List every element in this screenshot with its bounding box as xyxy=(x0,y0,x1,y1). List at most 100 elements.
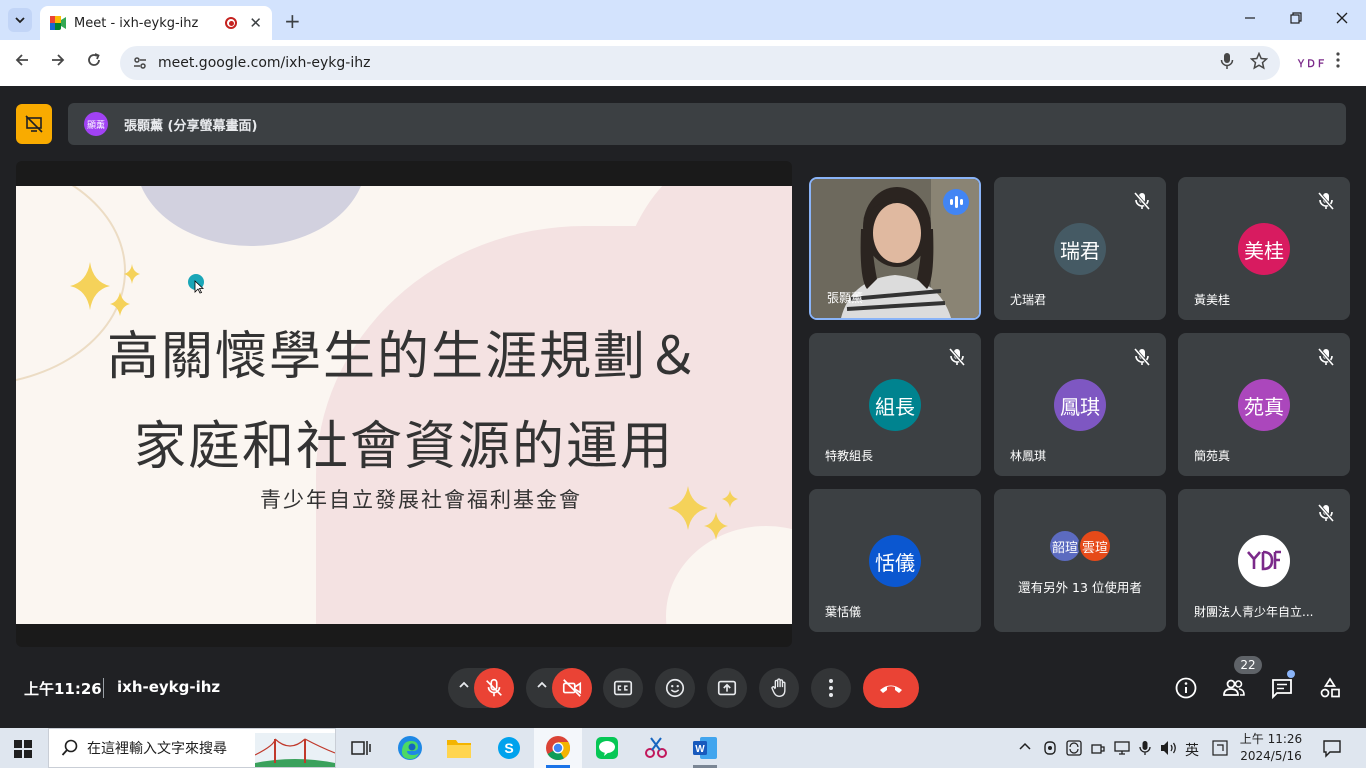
camera-off-icon xyxy=(562,679,582,697)
taskbar-clock-date: 2024/5/16 xyxy=(1240,749,1302,763)
more-options-button[interactable] xyxy=(811,668,851,708)
participant-name: 尤瑞君 xyxy=(1010,293,1047,307)
slide-decoration xyxy=(136,186,366,246)
ime-mode-icon[interactable] xyxy=(1212,740,1228,760)
skype-icon[interactable]: S xyxy=(495,734,523,762)
microphone-tray-icon[interactable] xyxy=(1139,740,1151,760)
reactions-button[interactable] xyxy=(655,668,695,708)
microphone-icon[interactable] xyxy=(1220,52,1234,74)
participant-name: 林鳳琪 xyxy=(1010,449,1047,463)
people-icon[interactable] xyxy=(1222,676,1246,700)
back-button[interactable] xyxy=(14,52,30,73)
usb-device-icon[interactable] xyxy=(1090,740,1106,760)
tray-app-icon[interactable] xyxy=(1043,740,1057,760)
windows-logo-icon xyxy=(14,740,32,758)
divider xyxy=(103,678,104,698)
participant-tile[interactable]: 苑真 簡苑真 xyxy=(1178,333,1350,476)
emoji-icon xyxy=(665,678,685,698)
participant-tile[interactable]: 鳳琪 林鳳琪 xyxy=(994,333,1166,476)
participant-tile[interactable]: 美桂 黃美桂 xyxy=(1178,177,1350,320)
ime-language-indicator[interactable]: 英 xyxy=(1185,740,1199,760)
captions-button[interactable] xyxy=(603,668,643,708)
foundation-logo-icon xyxy=(1247,550,1281,571)
mic-toggle-button[interactable] xyxy=(474,668,514,708)
line-app-icon[interactable] xyxy=(593,734,621,762)
participant-tile[interactable]: 組長 特教組長 xyxy=(809,333,981,476)
address-bar[interactable]: meet.google.com/ixh-eykg-ihz xyxy=(120,46,1280,80)
task-view-icon[interactable] xyxy=(347,734,375,762)
mic-off-icon xyxy=(486,678,502,697)
volume-icon[interactable] xyxy=(1160,740,1178,760)
reload-button[interactable] xyxy=(86,52,102,73)
chrome-icon[interactable] xyxy=(544,734,572,762)
participant-avatar: 美桂 xyxy=(1238,223,1290,275)
tab-title: Meet - ixh-eykg-ihz xyxy=(74,15,199,31)
leave-call-button[interactable] xyxy=(863,668,919,708)
raise-hand-button[interactable] xyxy=(759,668,799,708)
meeting-time: 上午11:26 xyxy=(24,680,102,698)
close-window-icon[interactable] xyxy=(1336,10,1348,28)
stop-presenting-button[interactable] xyxy=(16,104,52,144)
taskbar-search-box[interactable]: 在這裡輸入文字來搜尋 xyxy=(48,728,336,768)
minimize-window-icon[interactable] xyxy=(1244,10,1256,28)
participant-avatar: 韶瑄 xyxy=(1048,529,1082,563)
word-icon[interactable]: W xyxy=(691,734,719,762)
snipping-tool-icon[interactable] xyxy=(642,734,670,762)
browser-menu-icon[interactable] xyxy=(1336,52,1340,72)
meeting-info-icon[interactable] xyxy=(1174,676,1198,700)
camera-options-button[interactable] xyxy=(536,679,548,695)
presenter-bar: 顯薰 張顥薰 (分享螢幕畫面) xyxy=(68,103,1346,145)
file-explorer-icon[interactable] xyxy=(445,734,473,762)
chat-icon[interactable] xyxy=(1270,676,1294,700)
mic-off-icon xyxy=(1133,348,1151,366)
participant-name: 特教組長 xyxy=(825,449,874,463)
meet-favicon-icon xyxy=(50,16,66,30)
unread-chat-dot xyxy=(1287,670,1295,678)
taskbar-clock[interactable]: 上午 11:26 2024/5/16 xyxy=(1238,731,1304,765)
participant-avatar: 鳳琪 xyxy=(1054,379,1106,431)
mic-options-button[interactable] xyxy=(458,679,470,695)
more-participants-tile[interactable]: 韶瑄 雲瑄 還有另外 13 位使用者 xyxy=(994,489,1166,632)
taskbar-clock-time: 上午 11:26 xyxy=(1239,732,1303,746)
participant-name: 黃美桂 xyxy=(1194,293,1231,307)
slide-subtitle: 青少年自立發展社會福利基金會 xyxy=(260,488,582,512)
participant-name: 葉恬儀 xyxy=(825,605,862,619)
participant-tile[interactable]: 張顥薰 xyxy=(809,177,981,320)
sync-status-icon[interactable] xyxy=(1066,740,1082,760)
notification-center-icon[interactable] xyxy=(1322,738,1342,762)
slide-title-line1: 高關懷學生的生涯規劃＆ xyxy=(106,327,701,387)
site-settings-icon[interactable] xyxy=(132,55,148,71)
tab-search-button[interactable] xyxy=(8,8,32,32)
participant-tile[interactable]: 財團法人青少年自立... xyxy=(1178,489,1350,632)
presentation-slide: 高關懷學生的生涯規劃＆ 家庭和社會資源的運用 青少年自立發展社會福利基金會 xyxy=(16,186,792,624)
bookmark-star-icon[interactable] xyxy=(1249,51,1269,74)
taskbar-search-placeholder: 在這裡輸入文字來搜尋 xyxy=(87,741,227,757)
search-highlight-image xyxy=(255,733,335,767)
start-button[interactable] xyxy=(14,740,32,762)
camera-control-group xyxy=(526,668,592,708)
browser-tab-bar: Meet - ixh-eykg-ihz ✕ + xyxy=(0,0,1366,40)
extension-icon[interactable]: ＹＤＦ xyxy=(1296,55,1326,70)
participant-name: 張顥薰 xyxy=(827,291,864,305)
restore-window-icon[interactable] xyxy=(1290,10,1302,28)
participant-avatar: 苑真 xyxy=(1238,379,1290,431)
browser-tab-meet[interactable]: Meet - ixh-eykg-ihz ✕ xyxy=(40,6,272,40)
tab-close-icon[interactable]: ✕ xyxy=(249,14,262,32)
camera-toggle-button[interactable] xyxy=(552,668,592,708)
presenter-avatar: 顯薰 xyxy=(84,112,108,136)
present-screen-button[interactable] xyxy=(707,668,747,708)
participant-name: 簡苑真 xyxy=(1194,449,1231,463)
reload-icon xyxy=(88,53,100,66)
mic-off-icon xyxy=(1317,192,1335,210)
edge-browser-icon[interactable] xyxy=(396,734,424,762)
more-participants-label: 還有另外 13 位使用者 xyxy=(1018,580,1142,595)
show-hidden-icons-icon[interactable] xyxy=(1018,740,1032,755)
new-tab-button[interactable]: + xyxy=(284,9,301,33)
url-text: meet.google.com/ixh-eykg-ihz xyxy=(158,55,371,71)
participant-tile[interactable]: 瑞君 尤瑞君 xyxy=(994,177,1166,320)
forward-button[interactable] xyxy=(50,52,66,73)
chevron-up-icon xyxy=(459,681,469,688)
activities-icon[interactable] xyxy=(1318,676,1342,700)
network-icon[interactable] xyxy=(1114,740,1132,760)
participant-tile[interactable]: 恬儀 葉恬儀 xyxy=(809,489,981,632)
